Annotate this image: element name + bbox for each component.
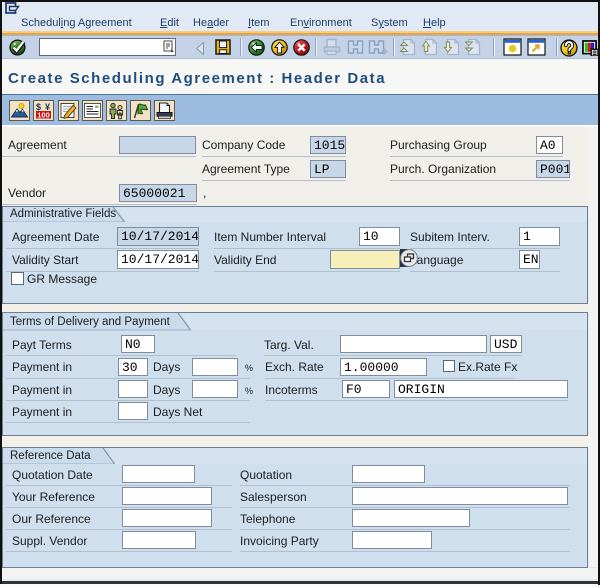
svg-text:100: 100 bbox=[37, 111, 50, 120]
